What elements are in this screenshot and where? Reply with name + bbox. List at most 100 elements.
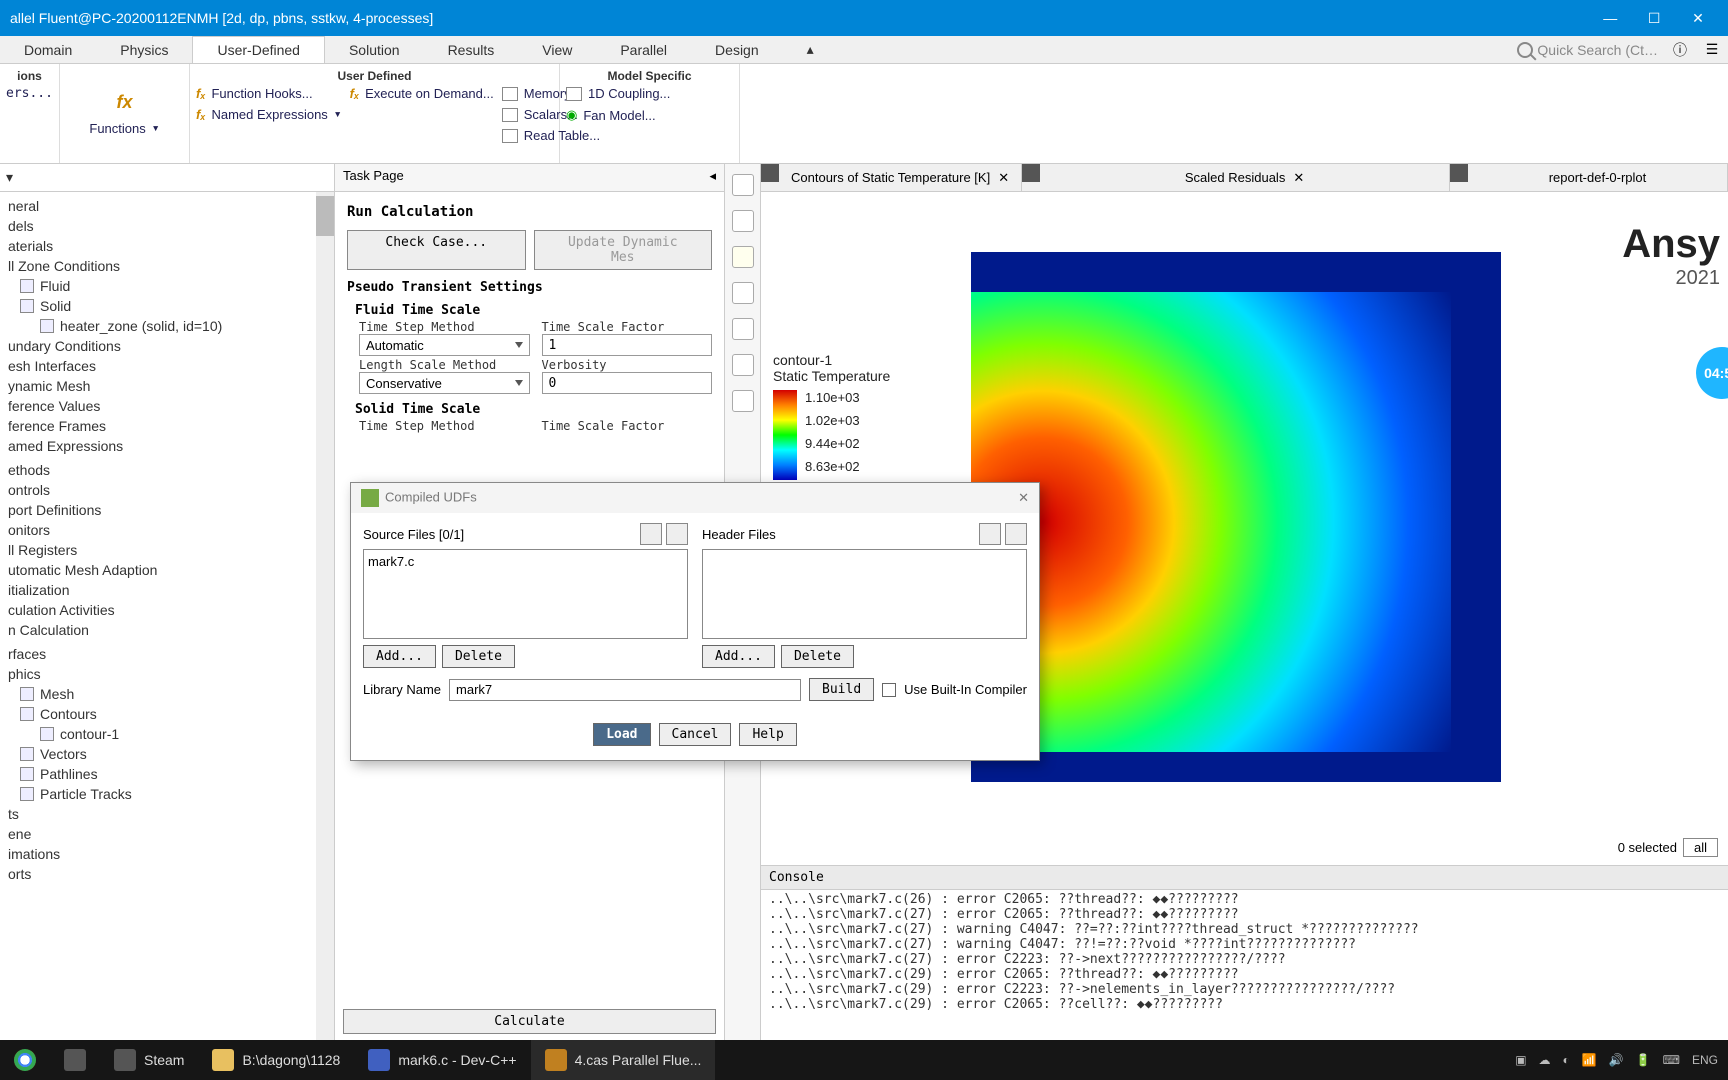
- load-button[interactable]: Load: [593, 723, 650, 746]
- ribbon-item-ers[interactable]: ers...: [6, 86, 53, 101]
- selection-scope[interactable]: all: [1683, 838, 1718, 857]
- header-files-list[interactable]: [702, 549, 1027, 639]
- console-output[interactable]: ..\..\src\mark7.c(26) : error C2065: ??t…: [761, 890, 1728, 1040]
- add-header-button[interactable]: Add...: [702, 645, 775, 668]
- zoom-icon[interactable]: [732, 354, 754, 376]
- taskbar-folder[interactable]: B:\dagong\1128: [198, 1040, 354, 1080]
- tree-node[interactable]: ll Registers: [0, 540, 334, 560]
- menutab-user-defined[interactable]: User-Defined: [192, 36, 324, 63]
- tree-node[interactable]: ll Zone Conditions: [0, 256, 334, 276]
- taskbar-devcpp[interactable]: mark6.c - Dev-C++: [354, 1040, 530, 1080]
- tree-node[interactable]: dels: [0, 216, 334, 236]
- deselect-all-icon[interactable]: [666, 523, 688, 545]
- tree-node[interactable]: aterials: [0, 236, 334, 256]
- tree-node[interactable]: Solid: [0, 296, 334, 316]
- tree-node[interactable]: rfaces: [0, 644, 334, 664]
- delete-header-button[interactable]: Delete: [781, 645, 854, 668]
- menutab-view[interactable]: View: [518, 36, 596, 63]
- rotate-icon[interactable]: [732, 282, 754, 304]
- deselect-all-icon[interactable]: [1005, 523, 1027, 545]
- help-button[interactable]: ⓘ: [1664, 36, 1696, 63]
- tree-node[interactable]: ontrols: [0, 480, 334, 500]
- tree-node[interactable]: ynamic Mesh: [0, 376, 334, 396]
- ribbon-functions-dropdown[interactable]: Functions ▾: [89, 121, 159, 136]
- cancel-button[interactable]: Cancel: [659, 723, 732, 746]
- box-icon[interactable]: [732, 210, 754, 232]
- tree-node[interactable]: utomatic Mesh Adaption: [0, 560, 334, 580]
- tree-node[interactable]: Fluid: [0, 276, 334, 296]
- menutab-physics[interactable]: Physics: [96, 36, 192, 63]
- taskbar-chrome[interactable]: [0, 1040, 50, 1080]
- menutab-design[interactable]: Design: [691, 36, 783, 63]
- select-all-icon[interactable]: [640, 523, 662, 545]
- maximize-button[interactable]: ☐: [1634, 10, 1674, 27]
- ribbon-fan-model[interactable]: ◉Fan Model...: [566, 107, 670, 123]
- source-files-list[interactable]: mark7.c: [363, 549, 688, 639]
- taskbar-steam[interactable]: Steam: [100, 1040, 198, 1080]
- menutab-collapse[interactable]: ▴: [783, 36, 838, 63]
- help-button[interactable]: Help: [739, 723, 796, 746]
- quick-search[interactable]: Quick Search (Ct…: [1511, 36, 1664, 63]
- verbosity-input[interactable]: 0: [542, 372, 713, 394]
- panel-toggle-button[interactable]: ☰: [1696, 36, 1728, 63]
- select-all-icon[interactable]: [979, 523, 1001, 545]
- battery-icon[interactable]: 🔋: [1636, 1053, 1651, 1067]
- pointer-icon[interactable]: [732, 246, 754, 268]
- builtin-compiler-checkbox[interactable]: [882, 683, 896, 697]
- taskbar-app2[interactable]: [50, 1040, 100, 1080]
- tree-node[interactable]: ts: [0, 804, 334, 824]
- mesh-display-icon[interactable]: [732, 174, 754, 196]
- viewtab-contours[interactable]: Contours of Static Temperature [K]✕: [779, 164, 1022, 191]
- tree-node[interactable]: port Definitions: [0, 500, 334, 520]
- wifi-icon[interactable]: 📶: [1582, 1053, 1597, 1067]
- ribbon-1d-coupling[interactable]: 1D Coupling...: [566, 86, 670, 101]
- length-scale-method-combo[interactable]: Conservative: [359, 372, 530, 394]
- tree-node[interactable]: ference Values: [0, 396, 334, 416]
- pan-icon[interactable]: [732, 318, 754, 340]
- menutab-solution[interactable]: Solution: [325, 36, 424, 63]
- menutab-parallel[interactable]: Parallel: [596, 36, 691, 63]
- close-icon[interactable]: ✕: [998, 170, 1009, 186]
- tree-node[interactable]: culation Activities: [0, 600, 334, 620]
- ribbon-function-hooks[interactable]: fₓFunction Hooks...: [196, 86, 342, 101]
- close-button[interactable]: ✕: [1678, 10, 1718, 27]
- taskbar-fluent[interactable]: 4.cas Parallel Flue...: [531, 1040, 716, 1080]
- tree-node[interactable]: neral: [0, 196, 334, 216]
- menutab-results[interactable]: Results: [424, 36, 519, 63]
- minimize-button[interactable]: —: [1590, 10, 1630, 26]
- close-icon[interactable]: ✕: [1293, 170, 1304, 186]
- system-tray[interactable]: ▣ ☁ ◐ 📶 🔊 🔋 ⌨ ENG: [1505, 1053, 1728, 1067]
- tree-node[interactable]: ethods: [0, 460, 334, 480]
- tree-node[interactable]: Mesh: [0, 684, 334, 704]
- volume-icon[interactable]: 🔊: [1609, 1053, 1624, 1067]
- check-case-button[interactable]: Check Case...: [347, 230, 526, 270]
- vscrollbar[interactable]: [316, 192, 334, 1040]
- viewtab-report[interactable]: report-def-0-rplot: [1468, 164, 1728, 191]
- tree-node[interactable]: ference Frames: [0, 416, 334, 436]
- tree-node[interactable]: phics: [0, 664, 334, 684]
- ribbon-named-expressions[interactable]: fₓNamed Expressions ▾: [196, 107, 342, 122]
- tree-node[interactable]: itialization: [0, 580, 334, 600]
- tree-node[interactable]: Particle Tracks: [0, 784, 334, 804]
- update-dynamic-mesh-button[interactable]: Update Dynamic Mes: [534, 230, 713, 270]
- menutab-domain[interactable]: Domain: [0, 36, 96, 63]
- outline-toolbar[interactable]: ▾: [0, 164, 334, 192]
- tree-node[interactable]: Pathlines: [0, 764, 334, 784]
- tree-node[interactable]: heater_zone (solid, id=10): [0, 316, 334, 336]
- tree-node[interactable]: onitors: [0, 520, 334, 540]
- calculate-button[interactable]: Calculate: [343, 1009, 716, 1034]
- tree-node[interactable]: imations: [0, 844, 334, 864]
- viewtab-residuals[interactable]: Scaled Residuals✕: [1040, 164, 1450, 191]
- tree-node[interactable]: esh Interfaces: [0, 356, 334, 376]
- dialog-close-button[interactable]: ✕: [1018, 490, 1029, 506]
- add-source-button[interactable]: Add...: [363, 645, 436, 668]
- task-collapse[interactable]: ◂: [709, 168, 716, 187]
- source-file-item[interactable]: mark7.c: [368, 554, 683, 569]
- fit-icon[interactable]: [732, 390, 754, 412]
- tree-node[interactable]: ene: [0, 824, 334, 844]
- recording-timer-badge[interactable]: 04:55: [1696, 347, 1728, 399]
- delete-source-button[interactable]: Delete: [442, 645, 515, 668]
- tray-icon[interactable]: ▣: [1515, 1053, 1526, 1067]
- build-button[interactable]: Build: [809, 678, 874, 701]
- time-step-method-combo[interactable]: Automatic: [359, 334, 530, 356]
